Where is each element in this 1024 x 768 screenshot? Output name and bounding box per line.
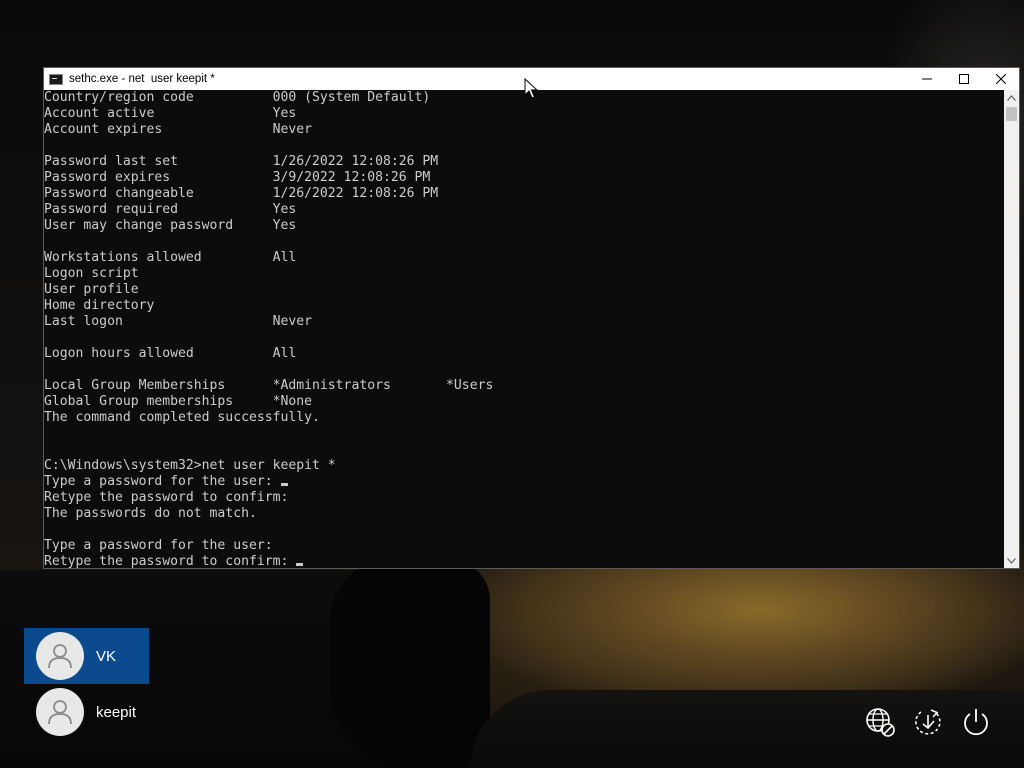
console-line-text: Retype the password to confirm: (44, 490, 289, 505)
user-name: keepit (96, 703, 137, 721)
text-cursor (296, 563, 304, 566)
user-avatar (36, 632, 84, 680)
console-line-text: Local Group Memberships *Administrators … (44, 378, 494, 393)
console-line: Password required Yes (44, 202, 493, 218)
console-line-text: Type a password for the user: (44, 474, 281, 489)
user-tile-keepit[interactable]: keepit (24, 684, 149, 740)
user-name: VK (96, 647, 117, 665)
accessibility-button[interactable] (910, 704, 946, 740)
console-line-text: Last logon Never (44, 314, 313, 329)
console-line-text: Password changeable 1/26/2022 12:08:26 P… (44, 186, 439, 201)
console-line: The command completed successfully. (44, 410, 493, 426)
console-line-text: Country/region code 000 (System Default) (44, 90, 431, 105)
console-line: Type a password for the user: (44, 474, 493, 490)
power-button[interactable] (958, 704, 994, 740)
console-line: Country/region code 000 (System Default) (44, 90, 493, 106)
console-line-text: User may change password Yes (44, 218, 297, 233)
network-button[interactable] (862, 704, 898, 740)
accessibility-icon (915, 709, 941, 735)
console-line-text: Password last set 1/26/2022 12:08:26 PM (44, 154, 439, 169)
console-line-text: Password expires 3/9/2022 12:08:26 PM (44, 170, 431, 185)
person-icon (48, 644, 72, 669)
console-line-text: Password required Yes (44, 202, 297, 217)
console-line: The passwords do not match. (44, 506, 493, 522)
chevron-down-icon (1007, 557, 1016, 564)
console-line: Logon hours allowed All (44, 346, 493, 362)
console-line-text: Logon script (44, 266, 139, 281)
console-line: Type a password for the user: (44, 538, 493, 554)
console-line-text: C:\Windows\system32>net user keepit * (44, 458, 336, 473)
console-line-text: Workstations allowed All (44, 250, 297, 265)
user-tile-vk[interactable]: VK (24, 628, 149, 684)
console-line: Last logon Never (44, 314, 493, 330)
console-line: Home directory (44, 298, 493, 314)
console-line: Password changeable 1/26/2022 12:08:26 P… (44, 186, 493, 202)
chevron-up-icon (1007, 94, 1016, 101)
console-window[interactable]: sethc.exe - net user keepit * Country/re… (43, 67, 1020, 569)
scroll-down-button[interactable] (1004, 553, 1019, 568)
console-line-text: Account expires Never (44, 122, 313, 137)
user-avatar (36, 688, 84, 736)
maximize-icon (958, 74, 969, 84)
console-line-text: Global Group memberships *None (44, 394, 313, 409)
console-line: User may change password Yes (44, 218, 493, 234)
console-line-text: Home directory (44, 298, 155, 313)
network-icon (866, 708, 895, 737)
console-title: sethc.exe - net user keepit * (69, 73, 215, 85)
minimize-button[interactable] (908, 68, 945, 90)
console-line-text: User profile (44, 282, 139, 297)
console-line-text: Logon hours allowed All (44, 346, 297, 361)
person-icon (48, 700, 72, 725)
scroll-thumb[interactable] (1006, 107, 1017, 121)
console-line: Workstations allowed All (44, 250, 493, 266)
console-line-text: Account active Yes (44, 106, 297, 121)
console-line: Global Group memberships *None (44, 394, 493, 410)
console-line: Local Group Memberships *Administrators … (44, 378, 493, 394)
console-line: Password expires 3/9/2022 12:08:26 PM (44, 170, 493, 186)
console-line: Account active Yes (44, 106, 493, 122)
console-line: Logon script (44, 266, 493, 282)
mouse-pointer-icon (524, 78, 538, 99)
console-line: C:\Windows\system32>net user keepit * (44, 458, 493, 474)
text-cursor (280, 483, 288, 486)
console-line-text: The command completed successfully. (44, 410, 320, 425)
console-line: Password last set 1/26/2022 12:08:26 PM (44, 154, 493, 170)
console-line: Account expires Never (44, 122, 493, 138)
console-scrollbar[interactable] (1004, 90, 1019, 568)
console-app-icon[interactable] (49, 73, 63, 85)
minimize-icon (921, 78, 932, 80)
close-button[interactable] (982, 68, 1019, 90)
console-line-text: The passwords do not match. (44, 506, 257, 521)
maximize-button[interactable] (945, 68, 982, 90)
console-line: Retype the password to confirm: (44, 554, 493, 568)
scroll-up-button[interactable] (1004, 90, 1019, 105)
power-icon (964, 709, 988, 736)
close-icon (995, 74, 1006, 84)
console-line-text: Retype the password to confirm: (44, 554, 297, 568)
console-line: Retype the password to confirm: (44, 490, 493, 506)
console-output[interactable]: Country/region code 000 (System Default)… (44, 90, 1004, 568)
console-line: User profile (44, 282, 493, 298)
console-line-text: Type a password for the user: (44, 538, 273, 553)
